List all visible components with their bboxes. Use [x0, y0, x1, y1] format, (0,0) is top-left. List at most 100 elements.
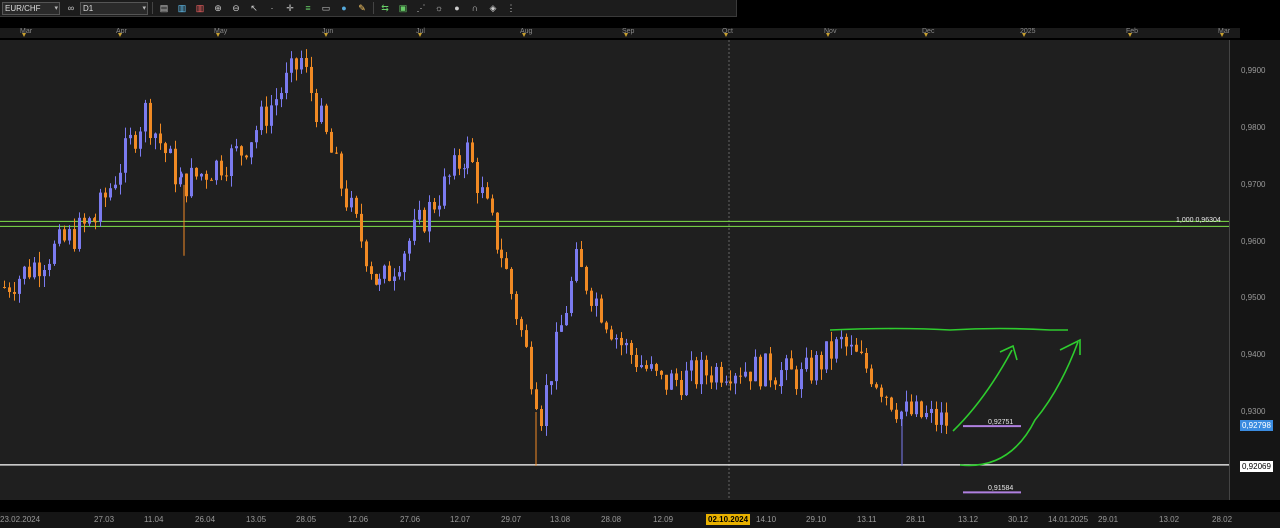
bull-candle	[815, 355, 818, 381]
bull-candle	[925, 412, 928, 418]
bear-candle	[28, 266, 31, 278]
bear-candle	[104, 192, 107, 198]
bear-candle	[860, 351, 863, 353]
bull-candle	[200, 173, 203, 177]
month-marker-icon	[1128, 33, 1132, 37]
bear-candle	[335, 152, 338, 154]
bull-candle	[169, 148, 172, 154]
bull-candle	[78, 217, 81, 249]
bear-candle	[749, 371, 752, 382]
bull-candle	[625, 342, 628, 346]
bear-candle	[496, 212, 499, 250]
bear-candle	[830, 341, 833, 359]
bull-candle	[53, 243, 56, 264]
bear-candle	[739, 375, 742, 377]
bear-candle	[880, 387, 883, 397]
bull-candle	[235, 146, 238, 149]
bear-candle	[305, 58, 308, 67]
bull-candle	[129, 134, 132, 139]
bull-candle	[670, 373, 673, 390]
bear-candle	[820, 355, 823, 370]
bull-candle	[700, 359, 703, 385]
bear-candle	[920, 401, 923, 418]
bear-candle	[340, 153, 343, 189]
bull-candle	[825, 341, 828, 370]
bear-candle	[471, 142, 474, 163]
bull-candle	[413, 219, 416, 241]
bear-candle	[365, 241, 368, 267]
bear-candle	[388, 265, 391, 281]
bear-candle	[375, 274, 378, 285]
bear-candle	[310, 66, 313, 94]
bear-candle	[220, 160, 223, 176]
bear-candle	[910, 401, 913, 415]
bull-candle	[270, 105, 273, 126]
bear-candle	[705, 359, 708, 376]
bear-candle	[630, 342, 633, 355]
bear-candle	[790, 358, 793, 370]
bull-candle	[725, 381, 728, 383]
bear-candle	[774, 380, 777, 385]
bull-candle	[290, 58, 293, 73]
crosshair-date-label: 02.10.2024	[706, 514, 751, 525]
bull-candle	[109, 188, 112, 198]
lower-level-label: 0,91584	[988, 485, 1014, 492]
month-marker-icon	[118, 33, 122, 37]
month-marker-icon	[216, 33, 220, 37]
bull-candle	[650, 364, 653, 369]
bear-candle	[205, 173, 208, 180]
bear-candle	[3, 287, 6, 289]
bull-candle	[560, 325, 563, 332]
bear-candle	[695, 360, 698, 385]
bull-candle	[114, 184, 117, 189]
bull-candle	[43, 270, 46, 277]
bear-candle	[265, 106, 268, 126]
upper-level-label: 0,92751	[988, 419, 1014, 426]
bear-candle	[159, 133, 162, 144]
bear-candle	[423, 209, 426, 232]
bear-candle	[710, 375, 713, 383]
bear-candle	[315, 93, 318, 123]
bull-candle	[428, 201, 431, 232]
bear-candle	[458, 155, 461, 169]
bear-candle	[580, 249, 583, 267]
bull-candle	[800, 369, 803, 390]
bear-candle	[525, 330, 528, 347]
bull-candle	[685, 370, 688, 396]
fib-level-label: 1,000 0,96304	[1176, 217, 1221, 224]
bull-candle	[915, 401, 918, 415]
bear-candle	[210, 179, 213, 181]
bull-candle	[443, 176, 446, 206]
bear-candle	[945, 412, 948, 426]
bear-candle	[585, 266, 588, 291]
bear-candle	[73, 229, 76, 249]
bull-candle	[99, 192, 102, 222]
month-marker-icon	[1022, 33, 1026, 37]
bull-candle	[640, 365, 643, 368]
bull-candle	[260, 106, 263, 131]
bull-candle	[350, 197, 353, 208]
bear-candle	[433, 201, 436, 210]
bear-candle	[355, 197, 358, 214]
bull-candle	[275, 99, 278, 106]
bear-candle	[505, 258, 508, 269]
month-marker-icon	[826, 33, 830, 37]
bull-candle	[180, 173, 183, 178]
bull-candle	[398, 272, 401, 277]
bear-candle	[83, 217, 86, 224]
bear-candle	[620, 337, 623, 346]
bear-candle	[729, 381, 732, 384]
bull-candle	[840, 336, 843, 340]
current-price-badge: 0,92798	[1240, 420, 1273, 431]
bear-candle	[134, 134, 137, 149]
bull-candle	[58, 229, 61, 244]
bear-candle	[491, 198, 494, 213]
bear-candle	[645, 365, 648, 369]
bull-candle	[139, 131, 142, 149]
bull-candle	[463, 168, 466, 170]
bear-candle	[245, 155, 248, 158]
bull-candle	[805, 357, 808, 370]
month-marker-icon	[1220, 33, 1224, 37]
bull-candle	[734, 375, 737, 384]
bull-candle	[780, 370, 783, 386]
